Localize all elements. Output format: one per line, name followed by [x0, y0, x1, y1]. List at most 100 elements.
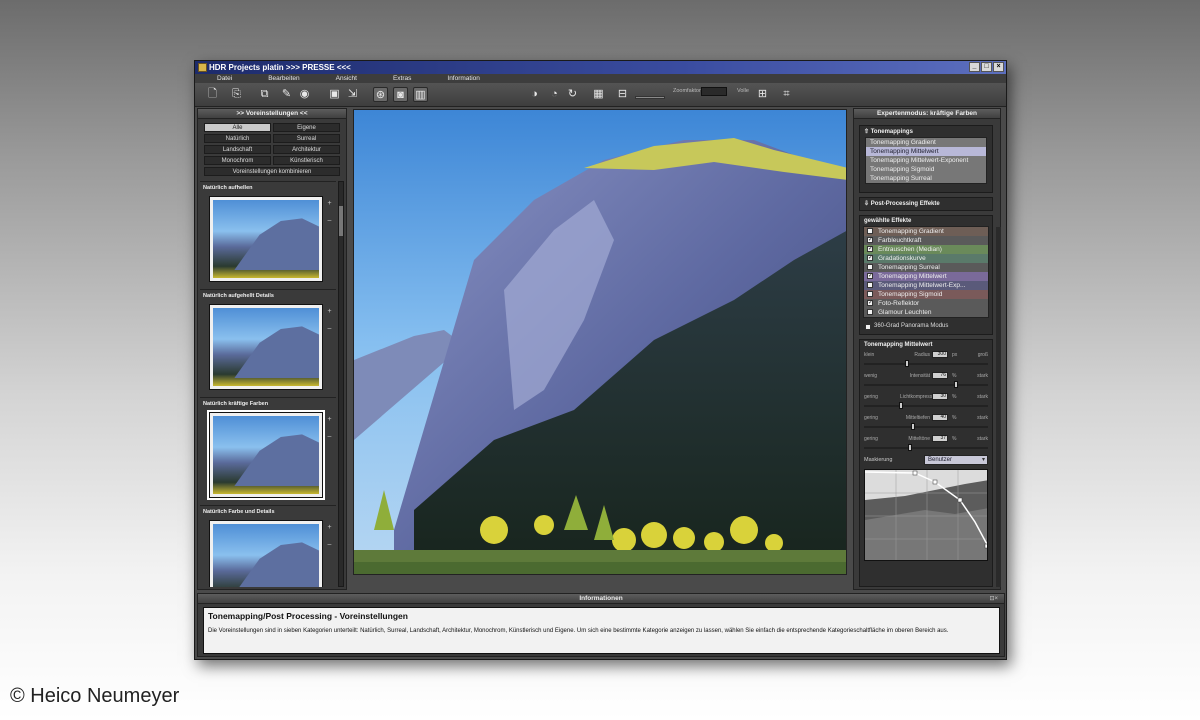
histogram-icon[interactable]: ▥: [413, 87, 428, 102]
category-landschaft[interactable]: Landschaft: [204, 145, 271, 154]
param-slider-track[interactable]: [864, 384, 988, 386]
remove-icon[interactable]: –: [326, 541, 333, 548]
param-slider-knob[interactable]: [953, 381, 958, 388]
tonemapping-item[interactable]: Tonemapping Mittelwert-Exponent: [866, 156, 986, 165]
menu-datei[interactable]: Datei: [217, 74, 232, 83]
param-value-input[interactable]: 76: [932, 372, 948, 379]
tonemapping-item[interactable]: Tonemapping Sigmoid: [866, 165, 986, 174]
effect-item[interactable]: Foto-Reflektor: [864, 299, 988, 308]
param-slider-track[interactable]: [864, 447, 988, 449]
param-slider-track[interactable]: [864, 405, 988, 407]
effect-checkbox[interactable]: [867, 254, 873, 263]
gradation-curve[interactable]: [864, 469, 988, 561]
camera-icon[interactable]: ◙: [393, 87, 408, 102]
tonemapping-item[interactable]: Tonemapping Gradient: [866, 138, 986, 147]
effect-item[interactable]: Farbleuchtkraft: [864, 236, 988, 245]
panorama-option[interactable]: 360-Grad Panorama Modus: [860, 321, 992, 331]
zoom-slider[interactable]: [635, 96, 665, 99]
preset-item[interactable]: Natürlich kräftige Farben + –: [200, 397, 336, 505]
ghost-removal-icon[interactable]: ◉: [297, 87, 312, 102]
pin-icon[interactable]: ⊡×: [989, 595, 998, 602]
panorama-checkbox[interactable]: [865, 324, 871, 330]
remove-icon[interactable]: –: [326, 325, 333, 332]
menu-extras[interactable]: Extras: [393, 74, 411, 83]
effect-checkbox[interactable]: [867, 264, 873, 270]
effect-item[interactable]: Tonemapping Sigmoid: [864, 290, 988, 299]
param-slider-track[interactable]: [864, 363, 988, 365]
add-icon[interactable]: +: [326, 200, 333, 207]
presets-scrollbar[interactable]: [338, 181, 344, 587]
compare-icon[interactable]: ◔: [547, 87, 562, 102]
postprocessing-box[interactable]: ⇩ Post-Processing Effekte: [859, 197, 993, 211]
combine-presets-button[interactable]: Voreinstellungen kombinieren: [204, 167, 340, 176]
brush-icon[interactable]: ✎: [279, 87, 294, 102]
param-slider-knob[interactable]: [899, 402, 904, 409]
preset-thumbnail-selected[interactable]: [207, 410, 325, 500]
param-value-input[interactable]: 300: [932, 351, 948, 358]
param-value-input[interactable]: 40: [932, 414, 948, 421]
effect-item[interactable]: Gradationskurve: [864, 254, 988, 263]
menu-ansicht[interactable]: Ansicht: [336, 74, 357, 83]
effect-item[interactable]: Entrauschen (Median): [864, 245, 988, 254]
param-slider-knob[interactable]: [905, 360, 910, 367]
param-slider-knob[interactable]: [911, 423, 916, 430]
add-icon[interactable]: +: [326, 416, 333, 423]
effect-checkbox[interactable]: [867, 291, 873, 297]
preset-item[interactable]: Natürlich Farbe und Details + –: [200, 505, 336, 587]
close-button[interactable]: ×: [993, 62, 1004, 72]
category-surreal[interactable]: Surreal: [273, 134, 340, 143]
category-natuerlich[interactable]: Natürlich: [204, 134, 271, 143]
preset-item[interactable]: Natürlich aufhellen + –: [200, 181, 336, 289]
remove-icon[interactable]: –: [326, 217, 333, 224]
preset-thumbnail[interactable]: [209, 520, 323, 587]
compass-icon[interactable]: ⊛: [373, 87, 388, 102]
add-icon[interactable]: +: [326, 524, 333, 531]
zoom-input[interactable]: [701, 87, 727, 96]
preset-item[interactable]: Natürlich aufgehellt Details + –: [200, 289, 336, 397]
crop-icon[interactable]: ⌗: [779, 87, 794, 102]
hdr-preview-image[interactable]: [353, 109, 847, 575]
param-value-input[interactable]: 37: [932, 435, 948, 442]
effect-checkbox[interactable]: [867, 272, 873, 281]
effect-item[interactable]: Tonemapping Mittelwert: [864, 272, 988, 281]
save-icon[interactable]: ▣: [327, 87, 342, 102]
menu-information[interactable]: Information: [447, 74, 480, 83]
fit-icon[interactable]: ⊞: [755, 87, 770, 102]
tonemapping-item[interactable]: Tonemapping Surreal: [866, 174, 986, 183]
new-file-icon[interactable]: 🗋: [205, 87, 220, 102]
preset-thumbnail[interactable]: [209, 196, 323, 282]
minimize-button[interactable]: _: [969, 62, 980, 72]
effect-checkbox[interactable]: [867, 228, 873, 234]
effect-checkbox[interactable]: [867, 299, 873, 308]
category-architektur[interactable]: Architektur: [273, 145, 340, 154]
effect-checkbox[interactable]: [867, 309, 873, 315]
crop-tool-icon[interactable]: ⊟: [615, 87, 630, 102]
checkerboard-icon[interactable]: ▦: [591, 87, 606, 102]
eye-icon[interactable]: ◑: [527, 87, 542, 102]
export-icon[interactable]: ⇲: [345, 87, 360, 102]
maximize-button[interactable]: □: [981, 62, 992, 72]
menu-bearbeiten[interactable]: Bearbeiten: [268, 74, 299, 83]
effect-item[interactable]: Tonemapping Surreal: [864, 263, 988, 272]
masking-select[interactable]: Benutzer: [924, 455, 988, 465]
preset-thumbnail[interactable]: [209, 304, 323, 390]
category-monochrom[interactable]: Monochrom: [204, 156, 271, 165]
expert-scrollbar[interactable]: [996, 227, 1001, 587]
category-kuenstlerisch[interactable]: Künstlerisch: [273, 156, 340, 165]
category-eigene[interactable]: Eigene: [273, 123, 340, 132]
param-value-input[interactable]: 30: [932, 393, 948, 400]
tonemapping-item-selected[interactable]: Tonemapping Mittelwert: [866, 147, 986, 156]
category-alle[interactable]: Alle: [204, 123, 271, 132]
effect-item[interactable]: Glamour Leuchten: [864, 308, 988, 317]
effect-item[interactable]: Tonemapping Mittelwert-Exp...: [864, 281, 988, 290]
effect-checkbox[interactable]: [867, 245, 873, 254]
effect-item[interactable]: Tonemapping Gradient: [864, 227, 988, 236]
redo-icon[interactable]: ↻: [565, 87, 580, 102]
param-slider-track[interactable]: [864, 426, 988, 428]
align-icon[interactable]: ⧉: [257, 87, 272, 102]
copy-icon[interactable]: ⎘: [229, 87, 244, 102]
remove-icon[interactable]: –: [326, 433, 333, 440]
effect-checkbox[interactable]: [867, 236, 873, 245]
effect-checkbox[interactable]: [867, 282, 873, 288]
param-slider-knob[interactable]: [907, 444, 912, 451]
